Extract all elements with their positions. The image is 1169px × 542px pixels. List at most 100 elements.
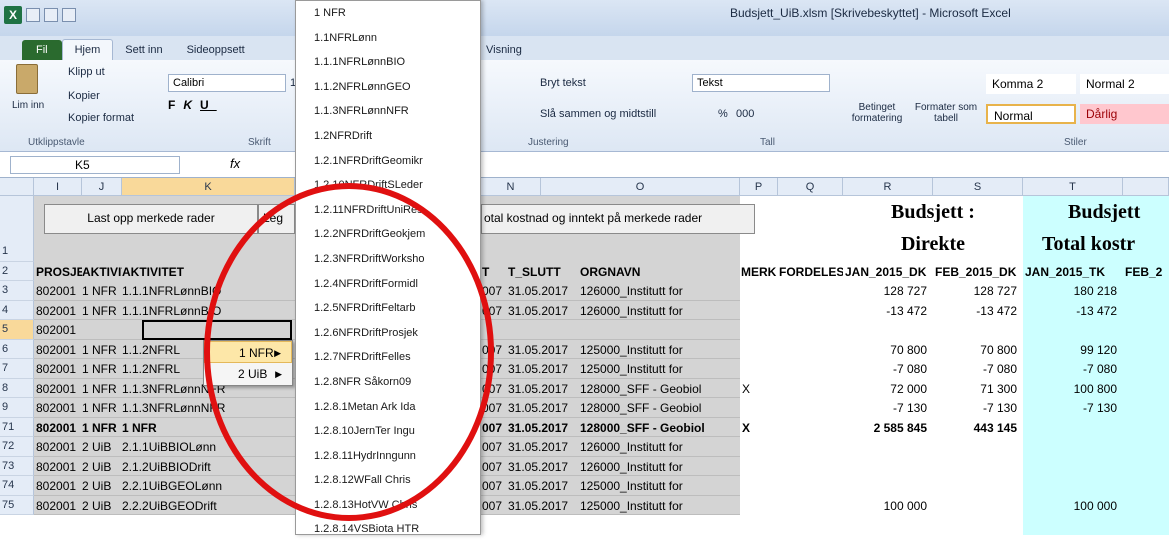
table-cell-r[interactable]: 128 727 [843,281,931,301]
table-cell-j[interactable]: 2 UiB [82,457,122,477]
table-cell-s[interactable]: 71 300 [933,379,1021,399]
dropdown-item[interactable]: 1.1.3NFRLønnNFR [296,99,480,124]
table-cell-s[interactable]: 128 727 [933,281,1021,301]
table-cell-n[interactable]: 31.05.2017 [508,340,578,360]
dropdown-item[interactable]: 1.2.8NFR Såkorn09 [296,370,480,395]
bold-button[interactable]: F [168,98,183,112]
dropdown-item[interactable]: 1.2.3NFRDriftWorksho [296,247,480,272]
font-name-select[interactable]: Calibri [168,74,286,92]
table-cell-t[interactable]: -13 472 [1023,301,1121,321]
italic-button[interactable]: K [183,98,200,112]
dropdown-item[interactable]: 1.2.10NFRDriftSLeder [296,173,480,198]
spreadsheet-grid[interactable]: I J K N O P Q R S T 1 Last opp merkede r… [0,178,1169,535]
total-cost-button[interactable]: otal kostnad og inntekt på merkede rader [481,204,755,234]
context-menu-item-nfr[interactable]: 1 NFR ▶ [204,341,292,363]
dropdown-item[interactable]: 1.2.11NFRDriftUniRes [296,198,480,223]
table-cell-m[interactable]: 007 [482,301,508,321]
table-cell-j[interactable]: 1 NFR [82,281,122,301]
table-cell-k[interactable]: 2.2.1UiBGEOLønn [122,476,295,496]
row-header[interactable]: 3 [0,281,34,301]
table-cell-i[interactable]: 802001 [36,359,82,379]
table-cell-t[interactable]: -7 080 [1023,359,1121,379]
style-normal-2[interactable]: Normal 2 [1080,74,1169,94]
column-header-r[interactable]: R [843,178,933,196]
table-cell-m[interactable]: 007 [482,457,508,477]
row-header[interactable]: 5 [0,320,34,340]
table-cell-n[interactable]: 31.05.2017 [508,379,578,399]
dropdown-item[interactable]: 1.2.8.11HydrInngunn [296,444,480,469]
table-cell-j[interactable]: 1 NFR [82,340,122,360]
table-cell-m[interactable]: 007 [482,437,508,457]
wrap-text-button[interactable]: Bryt tekst [540,77,586,89]
dropdown-item[interactable]: 1.2.8.12WFall Chris [296,468,480,493]
table-cell-m[interactable]: 007 [482,281,508,301]
table-cell-k[interactable]: 2.2.2UiBGEODrift [122,496,295,516]
table-cell-i[interactable]: 802001 [36,398,82,418]
column-header-p[interactable]: P [740,178,778,196]
table-cell-r[interactable]: 72 000 [843,379,931,399]
table-cell-m[interactable]: 007 [482,398,508,418]
merge-center-button[interactable]: Slå sammen og midtstill [540,108,656,120]
table-cell-m[interactable]: 007 [482,340,508,360]
row-header[interactable]: 73 [0,456,34,476]
table-cell-o[interactable]: 126000_Institutt for [580,301,740,321]
underline-button[interactable]: U [200,98,217,112]
table-cell-i[interactable]: 802001 [36,301,82,321]
percent-button[interactable]: % [718,108,728,120]
table-cell-k[interactable]: 1 NFR [122,418,295,438]
select-all-corner[interactable] [0,178,34,196]
table-cell-o[interactable]: 125000_Institutt for [580,496,740,516]
table-cell-o[interactable]: 128000_SFF - Geobiol [580,379,740,399]
activity-dropdown-list[interactable]: 1 NFR 1.1NFRLønn 1.1.1NFRLønnBIO 1.1.2NFRLø… [295,0,481,535]
column-header-t[interactable]: T [1023,178,1123,196]
table-cell-o[interactable]: 128000_SFF - Geobiol [580,418,740,438]
table-cell-n[interactable]: 31.05.2017 [508,476,578,496]
dropdown-item[interactable]: 1.2.6NFRDriftProsjek [296,321,480,346]
copy-button[interactable]: Kopier [68,90,100,102]
table-cell-i[interactable]: 802001 [36,379,82,399]
table-cell-k[interactable]: 2.1.2UiBBIODrift [122,457,295,477]
column-header-u[interactable] [1123,178,1169,196]
dropdown-item[interactable]: 1.2.1NFRDriftGeomikr [296,149,480,174]
table-cell-r[interactable]: -7 080 [843,359,931,379]
table-cell-s[interactable]: -13 472 [933,301,1021,321]
table-cell-j[interactable]: 2 UiB [82,476,122,496]
table-cell-j[interactable]: 2 UiB [82,437,122,457]
table-cell-p[interactable]: X [742,379,778,399]
table-cell-j[interactable]: 1 NFR [82,301,122,321]
table-cell-m[interactable]: 007 [482,379,508,399]
table-cell-k[interactable]: 1.1.3NFRLønnNFR [122,398,295,418]
dropdown-item[interactable]: 1.2.5NFRDriftFeltarb [296,296,480,321]
tab-home[interactable]: Hjem [61,39,114,60]
table-cell-r[interactable]: 100 000 [843,496,931,516]
table-cell-o[interactable]: 126000_Institutt for [580,281,740,301]
dropdown-item[interactable]: 1.1NFRLønn [296,26,480,51]
row-header[interactable]: 71 [0,417,34,437]
table-cell-j[interactable]: 1 NFR [82,398,122,418]
dropdown-item[interactable]: 1.2.4NFRDriftFormidl [296,272,480,297]
table-cell-t[interactable]: 100 000 [1023,496,1121,516]
save-icon[interactable] [26,8,40,22]
column-header-j[interactable]: J [82,178,122,196]
table-cell-n[interactable]: 31.05.2017 [508,457,578,477]
table-cell-m[interactable]: 007 [482,476,508,496]
row-header[interactable]: 4 [0,300,34,320]
dropdown-item[interactable]: 1 NFR [296,1,480,26]
dropdown-item[interactable]: 1.2.8.13HotVW Chris [296,493,480,518]
redo-icon[interactable] [62,8,76,22]
table-cell-i[interactable]: 802001 [36,320,82,340]
table-cell-j[interactable]: 2 UiB [82,496,122,516]
table-cell-i[interactable]: 802001 [36,418,82,438]
format-painter-button[interactable]: Kopier format [68,112,134,124]
tab-file[interactable]: Fil [22,40,62,60]
context-menu[interactable]: 1 NFR ▶ 2 UiB ▶ [203,340,293,386]
tab-view[interactable]: Visning [474,40,534,60]
table-cell-r[interactable]: 70 800 [843,340,931,360]
tab-insert[interactable]: Sett inn [113,40,174,60]
table-cell-i[interactable]: 802001 [36,476,82,496]
dropdown-item[interactable]: 1.2.2NFRDriftGeokjem [296,222,480,247]
dropdown-item[interactable]: 1.2.8.14VSBiota HTR [296,517,480,542]
table-cell-t[interactable]: 100 800 [1023,379,1121,399]
table-cell-s[interactable]: -7 130 [933,398,1021,418]
table-cell-k[interactable]: 1.1.1NFRLønnBIO [122,281,295,301]
